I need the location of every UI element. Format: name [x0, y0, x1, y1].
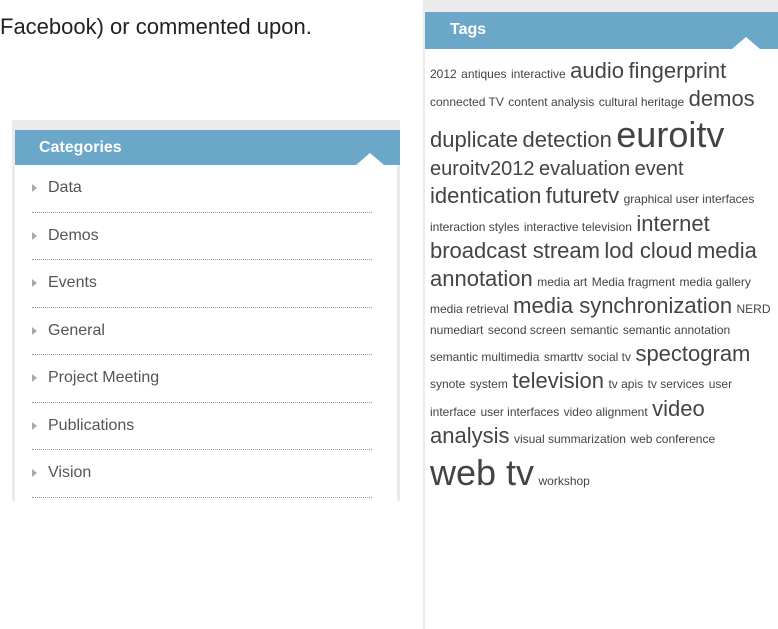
triangle-right-icon [32, 469, 37, 477]
tag-link[interactable]: interactive television [524, 220, 632, 234]
tag-link[interactable]: media retrieval [430, 302, 509, 316]
tag-link[interactable]: synote [430, 377, 465, 391]
tag-link[interactable]: Media fragment [592, 275, 675, 289]
tag-link[interactable]: detection [523, 127, 612, 152]
category-label[interactable]: Data [48, 179, 82, 197]
tag-link[interactable]: web conference [630, 432, 715, 446]
triangle-right-icon [32, 279, 37, 287]
tag-link[interactable]: duplicate [430, 127, 518, 152]
tag-link[interactable]: numediart [430, 323, 483, 337]
tag-link[interactable]: media art [537, 275, 587, 289]
tag-link[interactable]: identication [430, 183, 541, 208]
category-label[interactable]: Publications [48, 417, 134, 435]
category-item-general[interactable]: General [32, 308, 372, 355]
categories-widget: Categories Data Demos Events General Pro… [12, 120, 400, 501]
tag-link[interactable]: semantic [570, 323, 618, 337]
tag-link[interactable]: visual summarization [514, 432, 626, 446]
tag-link[interactable]: media synchronization [513, 293, 732, 318]
triangle-right-icon [32, 231, 37, 240]
category-item-project-meeting[interactable]: Project Meeting [32, 355, 372, 403]
tag-link[interactable]: interactive [511, 67, 566, 81]
category-item-vision[interactable]: Vision [32, 450, 372, 498]
tag-link[interactable]: lod cloud [604, 238, 692, 263]
header-notch [732, 37, 760, 49]
tag-link[interactable]: tv services [648, 377, 705, 391]
tag-link[interactable]: demos [689, 86, 755, 111]
tag-link[interactable]: system [470, 377, 508, 391]
category-item-events[interactable]: Events [32, 260, 372, 308]
categories-title: Categories [39, 139, 122, 156]
tag-link[interactable]: euroitv [616, 114, 724, 155]
tag-link[interactable]: event [635, 158, 684, 180]
tags-header: Tags [425, 12, 778, 49]
category-label[interactable]: Demos [48, 227, 99, 245]
categories-header: Categories [15, 130, 400, 165]
triangle-right-icon [32, 184, 37, 192]
tag-link[interactable]: video alignment [564, 405, 648, 419]
tag-link[interactable]: evaluation [539, 158, 630, 180]
dotted-divider [32, 496, 372, 498]
tags-body: 2012 antiques interactive audio fingerpr… [425, 49, 778, 629]
categories-list: Data Demos Events General Project Meetin [15, 165, 397, 498]
triangle-right-icon [32, 374, 37, 382]
tag-link[interactable]: user interfaces [480, 405, 559, 419]
category-item-data[interactable]: Data [32, 165, 372, 213]
category-item-publications[interactable]: Publications [32, 403, 372, 450]
tag-link[interactable]: audio [570, 58, 624, 83]
category-item-demos[interactable]: Demos [32, 213, 372, 260]
tag-link[interactable]: euroitv2012 [430, 158, 535, 180]
tag-link[interactable]: graphical user interfaces [624, 192, 755, 206]
tag-link[interactable]: futuretv [546, 183, 619, 208]
tags-widget: Tags 2012 antiques interactive audio fin… [423, 0, 778, 629]
tag-link[interactable]: connected TV [430, 95, 504, 109]
tag-link[interactable]: antiques [461, 67, 506, 81]
tag-link[interactable]: cultural heritage [599, 95, 684, 109]
intro-text: Facebook) or commented upon. [0, 14, 312, 39]
tag-link[interactable]: web tv [430, 452, 534, 493]
category-label[interactable]: Project Meeting [48, 369, 159, 387]
category-label[interactable]: General [48, 322, 105, 340]
tag-link[interactable]: spectogram [635, 341, 750, 366]
tag-link[interactable]: 2012 [430, 67, 457, 81]
tag-link[interactable]: television [512, 368, 604, 393]
triangle-right-icon [32, 326, 37, 335]
tag-link[interactable]: media gallery [680, 275, 751, 289]
tag-link[interactable]: interaction styles [430, 220, 519, 234]
tag-link[interactable]: semantic annotation [623, 323, 730, 337]
tag-link[interactable]: content analysis [508, 95, 594, 109]
tag-cloud: 2012 antiques interactive audio fingerpr… [430, 57, 772, 495]
tag-link[interactable]: NERD [737, 302, 771, 316]
tags-title: Tags [450, 21, 487, 38]
category-label[interactable]: Vision [48, 464, 91, 482]
triangle-right-icon [32, 421, 37, 430]
tag-link[interactable]: semantic multimedia [430, 350, 539, 364]
tag-link[interactable]: smarttv [544, 350, 583, 364]
categories-body: Data Demos Events General Project Meetin [15, 165, 397, 501]
tag-link[interactable]: second screen [488, 323, 566, 337]
header-notch [356, 153, 384, 165]
tag-link[interactable]: social tv [588, 350, 631, 364]
tag-link[interactable]: tv apis [608, 377, 643, 391]
tag-link[interactable]: fingerprint [628, 58, 726, 83]
category-label[interactable]: Events [48, 274, 97, 292]
tag-link[interactable]: workshop [539, 474, 590, 488]
